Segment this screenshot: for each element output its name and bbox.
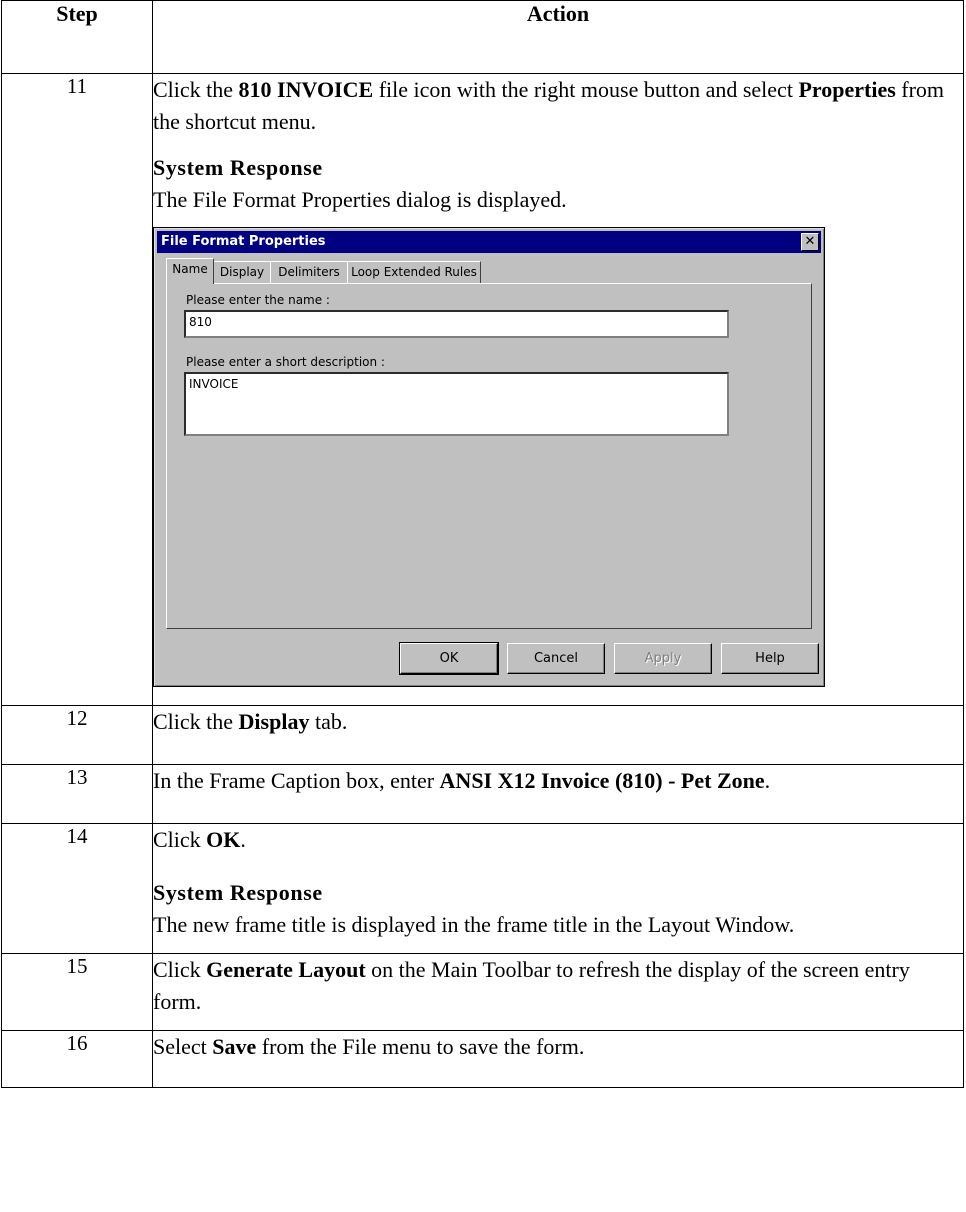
header-step: Step <box>1 0 153 74</box>
bold-text: Display <box>238 708 310 734</box>
table-header-row: Step Action <box>1 0 964 74</box>
text: Select <box>153 1034 213 1060</box>
text: from the File menu to save the form. <box>256 1034 585 1060</box>
name-label: Please enter the name : <box>186 292 330 307</box>
table-row: 16 Select Save from the File menu to sav… <box>1 1030 964 1089</box>
step-action: Select Save from the File menu to save t… <box>152 1030 964 1089</box>
table-row: 13 In the Frame Caption box, enter ANSI … <box>1 763 964 824</box>
system-response-text: The new frame title is displayed in the … <box>153 912 795 938</box>
apply-button: Apply <box>614 642 712 674</box>
step-number: 14 <box>1 822 153 955</box>
step-instruction: In the Frame Caption box, enter ANSI X12… <box>153 765 963 797</box>
ok-label: OK <box>439 650 459 666</box>
close-icon[interactable]: ✕ <box>801 232 819 251</box>
text: Click <box>153 957 207 983</box>
tab-loop-extended-rules[interactable]: Loop Extended Rules <box>347 260 481 283</box>
text: . <box>240 826 246 852</box>
step-number: 11 <box>1 73 153 706</box>
bold-text: Properties <box>798 77 896 102</box>
name-input[interactable]: 810 <box>184 309 729 338</box>
dialog-title: File Format Properties <box>161 233 326 249</box>
tab-name[interactable]: Name <box>166 257 214 284</box>
step-instruction: Click OK. <box>153 824 963 856</box>
header-action: Action <box>152 0 964 74</box>
text: Click the <box>153 708 239 734</box>
system-response-heading: System Response <box>153 154 323 180</box>
tab-panel-name: Please enter the name : 810 Please enter… <box>166 282 812 629</box>
step-instruction: Click the Display tab. <box>153 706 963 738</box>
step-instruction: Select Save from the File menu to save t… <box>153 1031 963 1063</box>
help-button[interactable]: Help <box>721 642 819 674</box>
text: . <box>764 767 771 793</box>
step-action: Click OK. System Response The new frame … <box>152 822 964 955</box>
cancel-label: Cancel <box>533 650 579 666</box>
description-label: Please enter a short description : <box>186 354 385 369</box>
dialog-titlebar: File Format Properties ✕ <box>157 230 821 253</box>
help-label: Help <box>755 650 785 666</box>
step-instruction: Click Generate Layout on the Main Toolba… <box>153 954 963 1018</box>
file-format-properties-dialog: File Format Properties ✕ Name Display De… <box>153 226 825 687</box>
text: Click <box>153 826 207 852</box>
table-row: 11 Click the 810 INVOICE file icon with … <box>1 73 964 706</box>
ok-button[interactable]: OK <box>399 641 499 675</box>
step-action: In the Frame Caption box, enter ANSI X12… <box>152 763 964 824</box>
step-instruction: Click the 810 INVOICE file icon with the… <box>153 74 963 138</box>
bold-text: 810 INVOICE <box>238 77 374 102</box>
system-response-text: The File Format Properties dialog is dis… <box>153 186 567 212</box>
step-number: 16 <box>1 1030 153 1089</box>
step-number: 15 <box>1 953 153 1032</box>
table-row: 12 Click the Display tab. <box>1 704 964 765</box>
step-number: 12 <box>1 704 153 765</box>
text: Click the <box>153 77 239 102</box>
bold-text: Save <box>212 1034 257 1060</box>
description-input[interactable]: INVOICE <box>184 371 729 436</box>
text: file icon with the right mouse button an… <box>373 77 799 102</box>
step-action: Click Generate Layout on the Main Toolba… <box>152 953 964 1032</box>
tab-display[interactable]: Display <box>213 260 271 283</box>
tab-delimiters[interactable]: Delimiters <box>270 260 348 283</box>
step-action: Click the Display tab. <box>152 704 964 765</box>
bold-text: OK <box>206 826 241 852</box>
cancel-button[interactable]: Cancel <box>507 642 605 674</box>
steps-table: Step Action 11 Click the 810 INVOICE fil… <box>1 0 964 1089</box>
table-row: 15 Click Generate Layout on the Main Too… <box>1 953 964 1032</box>
step-number: 13 <box>1 763 153 824</box>
table-row: 14 Click OK. System Response The new fra… <box>1 822 964 955</box>
apply-label: Apply <box>644 650 682 666</box>
step-action: Click the 810 INVOICE file icon with the… <box>152 73 964 706</box>
bold-text: ANSI X12 Invoice (810) - Pet Zone <box>439 767 765 793</box>
text: In the Frame Caption box, enter <box>153 767 440 793</box>
system-response-heading: System Response <box>153 880 323 906</box>
text: tab. <box>309 708 348 734</box>
bold-text: Generate Layout <box>206 957 366 983</box>
